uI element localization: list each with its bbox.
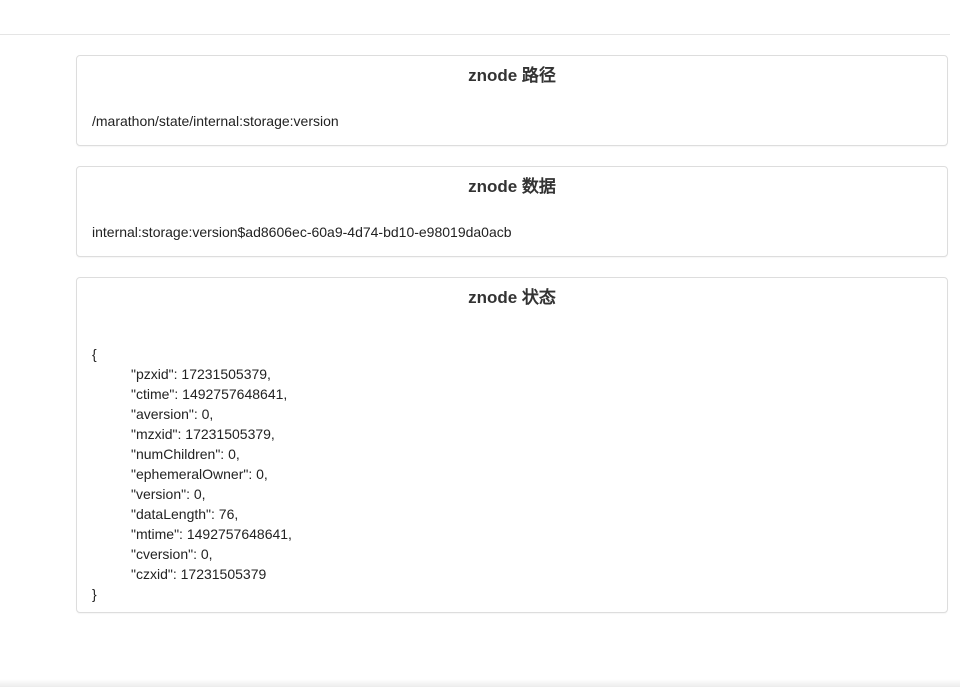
znode-path-panel: znode 路径 /marathon/state/internal:storag… [76,55,948,146]
znode-path-title: znode 路径 [468,66,556,85]
json-entry-pzxid: "pzxid": 17231505379, [131,366,271,382]
json-entry-cversion: "cversion": 0, [131,546,213,562]
json-close-brace: } [92,586,97,602]
bottom-edge [0,679,960,687]
json-entry-version: "version": 0, [131,486,206,502]
top-bar [0,0,950,35]
json-entry-mtime: "mtime": 1492757648641, [131,526,292,542]
json-open-brace: { [92,346,97,362]
znode-path-value: /marathon/state/internal:storage:version [92,113,339,129]
json-entry-numchildren: "numChildren": 0, [131,446,240,462]
znode-data-value: internal:storage:version$ad8606ec-60a9-4… [92,224,512,240]
json-entry-mzxid: "mzxid": 17231505379, [131,426,275,442]
json-entry-czxid: "czxid": 17231505379 [131,566,267,582]
znode-data-panel: znode 数据 internal:storage:version$ad8606… [76,166,948,257]
json-entry-aversion: "aversion": 0, [131,406,214,422]
znode-stat-panel: znode 状态 { "pzxid": 17231505379, "ctime"… [76,277,948,613]
json-entry-datalength: "dataLength": 76, [131,506,239,522]
json-entry-ctime: "ctime": 1492757648641, [131,386,288,402]
znode-stat-json: { "pzxid": 17231505379, "ctime": 1492757… [77,344,947,604]
znode-stat-title: znode 状态 [468,288,556,307]
json-entry-ephemeralowner: "ephemeralOwner": 0, [131,466,268,482]
znode-detail-page: znode 路径 /marathon/state/internal:storag… [0,0,960,687]
znode-data-title: znode 数据 [468,177,556,196]
